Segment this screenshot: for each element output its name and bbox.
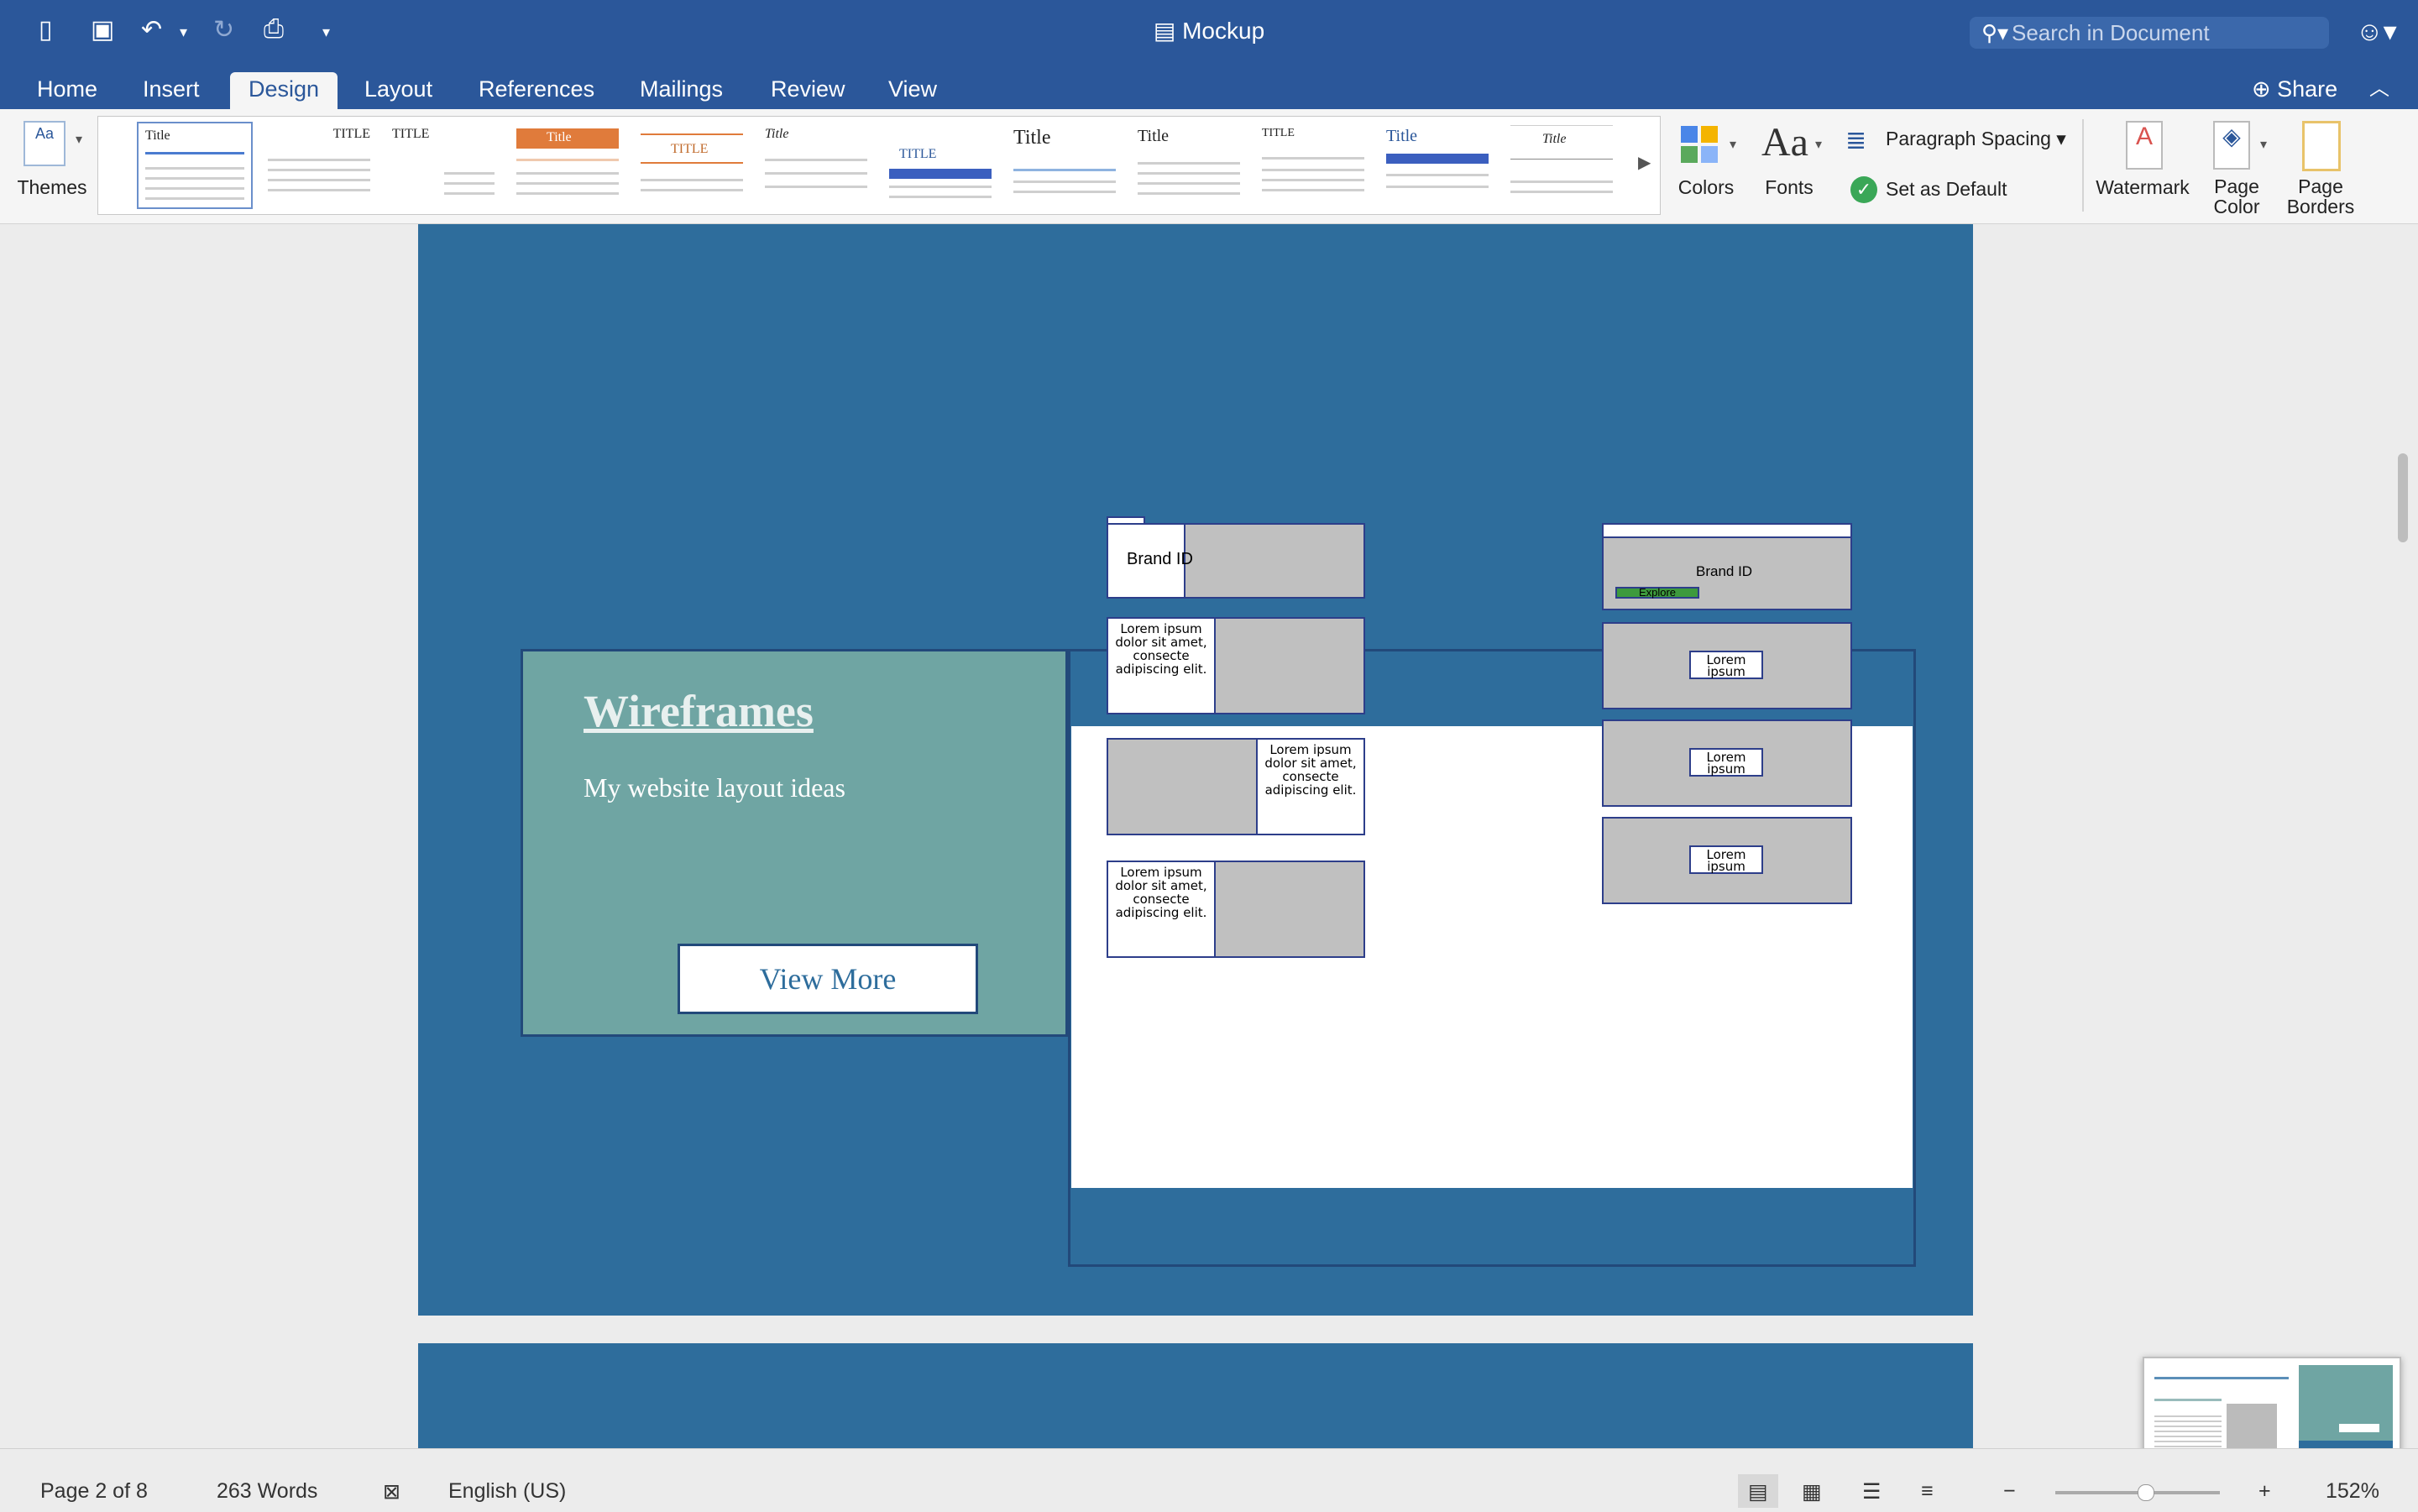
wireframe-card-label: Lorem ipsum bbox=[1689, 651, 1763, 679]
watermark-button[interactable]: Watermark bbox=[2094, 176, 2191, 199]
style-gallery: Title TITLE TITLE Title TITLE Title TITL… bbox=[97, 116, 1661, 215]
zoom-in-icon[interactable]: + bbox=[2258, 1479, 2271, 1504]
collapse-ribbon-icon[interactable]: ︿ bbox=[2369, 72, 2389, 106]
style-thumb[interactable]: Title bbox=[137, 122, 253, 209]
hero-panel[interactable]: Wireframes My website layout ideas View … bbox=[521, 649, 1068, 1037]
style-thumb[interactable]: TITLE bbox=[261, 122, 377, 209]
page-color-button[interactable]: Page Color bbox=[2200, 176, 2274, 217]
tab-home[interactable]: Home bbox=[18, 72, 116, 109]
feedback-smiley-icon[interactable]: ☺▾ bbox=[2356, 15, 2397, 47]
tab-design[interactable]: Design bbox=[230, 72, 338, 109]
word-count[interactable]: 263 Words bbox=[217, 1479, 317, 1504]
page-borders-icon[interactable] bbox=[2302, 121, 2341, 171]
draft-view-icon[interactable]: ≡ bbox=[1921, 1479, 1934, 1504]
share-button[interactable]: ⊕ Share bbox=[2252, 72, 2337, 106]
ribbon-divider bbox=[2082, 119, 2084, 212]
colors-button[interactable]: Colors bbox=[1671, 176, 1741, 199]
fonts-dropdown-icon[interactable]: ▾ bbox=[1815, 136, 1822, 153]
wireframe-card-label: Lorem ipsum bbox=[1689, 845, 1763, 874]
add-person-icon: ⊕ bbox=[2252, 76, 2278, 102]
watermark-icon[interactable]: A bbox=[2126, 121, 2163, 170]
page-subtitle: My website layout ideas bbox=[584, 772, 845, 803]
title-bar: ▯ ▣ ↶ ▾ ↻ ⎙ ▾ ▤ Mockup ⚲▾ Search in Docu… bbox=[0, 0, 2418, 60]
zoom-out-icon[interactable]: − bbox=[2003, 1479, 2016, 1504]
set-as-default-button[interactable]: Set as Default bbox=[1886, 178, 2007, 201]
style-thumb[interactable]: Title bbox=[1379, 122, 1495, 209]
vertical-scrollbar[interactable] bbox=[2398, 453, 2408, 542]
colors-dropdown-icon[interactable]: ▾ bbox=[1730, 136, 1736, 153]
page-count[interactable]: Page 2 of 8 bbox=[40, 1479, 148, 1504]
print-layout-icon: ▤ bbox=[1748, 1480, 1768, 1504]
style-thumb[interactable]: TITLE bbox=[882, 122, 998, 209]
tab-review[interactable]: Review bbox=[752, 72, 864, 109]
tab-references[interactable]: References bbox=[460, 72, 613, 109]
paragraph-spacing-icon[interactable]: ≣ bbox=[1845, 126, 1866, 155]
zoom-level[interactable]: 152% bbox=[2326, 1479, 2379, 1504]
wireframe-brand-label: Brand ID bbox=[1696, 563, 1753, 579]
search-icon: ⚲▾ bbox=[1981, 20, 2009, 45]
word-doc-icon: ▤ bbox=[1153, 18, 1176, 44]
wireframe-text-block: Lorem ipsum dolor sit amet, consecte adi… bbox=[1107, 617, 1216, 714]
ribbon-tabs: Home Insert Design Layout References Mai… bbox=[0, 60, 2418, 109]
wireframe-card-label: Lorem ipsum bbox=[1689, 748, 1763, 777]
page-color-dropdown-icon[interactable]: ▾ bbox=[2260, 136, 2267, 153]
proofing-icon[interactable]: ⊠ bbox=[383, 1479, 400, 1504]
page-borders-button[interactable]: Page Borders bbox=[2280, 176, 2361, 217]
fonts-button[interactable]: Fonts bbox=[1756, 176, 1822, 199]
gallery-scroll-icon[interactable]: ▶ bbox=[1638, 152, 1651, 173]
wireframe-explore-button: Explore bbox=[1615, 587, 1699, 599]
view-more-button[interactable]: View More bbox=[678, 944, 978, 1014]
paragraph-spacing-button[interactable]: Paragraph Spacing ▾ bbox=[1886, 128, 2066, 150]
tab-view[interactable]: View bbox=[870, 72, 955, 109]
document-page[interactable] bbox=[418, 1343, 1973, 1448]
wireframe-image-block bbox=[1184, 523, 1365, 599]
themes-button[interactable]: Themes bbox=[17, 176, 87, 199]
wireframe-text-block: Lorem ipsum dolor sit amet, consecte adi… bbox=[1107, 861, 1216, 958]
style-thumb[interactable]: TITLE bbox=[385, 122, 501, 209]
style-thumb[interactable]: TITLE bbox=[634, 122, 750, 209]
wireframe-brand-label: Brand ID bbox=[1127, 550, 1193, 568]
tab-insert[interactable]: Insert bbox=[124, 72, 218, 109]
language-indicator[interactable]: English (US) bbox=[448, 1479, 566, 1504]
style-thumb[interactable]: Title bbox=[1131, 122, 1247, 209]
page-title: Wireframes bbox=[584, 686, 814, 736]
web-layout-icon[interactable]: ▦ bbox=[1802, 1479, 1822, 1504]
tab-mailings[interactable]: Mailings bbox=[621, 72, 741, 109]
wireframe-image-block bbox=[1214, 617, 1365, 714]
tab-layout[interactable]: Layout bbox=[346, 72, 451, 109]
zoom-slider-thumb[interactable] bbox=[2138, 1484, 2154, 1501]
colors-icon[interactable] bbox=[1681, 126, 1719, 165]
design-ribbon: Aa ▾ Themes Title TITLE TITLE Title TITL… bbox=[0, 109, 2418, 224]
style-thumb[interactable]: Title bbox=[758, 122, 874, 209]
style-thumb[interactable]: TITLE bbox=[1255, 122, 1371, 209]
checkmark-icon: ✓ bbox=[1850, 176, 1877, 203]
search-input[interactable]: ⚲▾ Search in Document bbox=[1970, 17, 2329, 49]
status-bar: Page 2 of 8 263 Words ⊠ English (US) ▤ ▦… bbox=[0, 1448, 2418, 1512]
themes-dropdown-icon[interactable]: ▾ bbox=[76, 131, 82, 148]
wireframe-image-block bbox=[1214, 861, 1365, 958]
style-thumb[interactable]: Title bbox=[1504, 122, 1620, 209]
style-thumb[interactable]: Title bbox=[1007, 122, 1123, 209]
style-thumb[interactable]: Title bbox=[510, 122, 625, 209]
document-canvas[interactable]: Wireframes My website layout ideas View … bbox=[0, 224, 2418, 1448]
themes-icon[interactable]: Aa bbox=[24, 121, 65, 166]
fonts-icon[interactable]: Aa bbox=[1761, 119, 1808, 165]
wireframe-image-block bbox=[1107, 738, 1258, 835]
page-color-icon[interactable]: ◈ bbox=[2213, 121, 2250, 170]
outline-view-icon[interactable]: ☰ bbox=[1862, 1479, 1881, 1504]
wireframe-text-block: Lorem ipsum dolor sit amet, consecte adi… bbox=[1256, 738, 1365, 835]
